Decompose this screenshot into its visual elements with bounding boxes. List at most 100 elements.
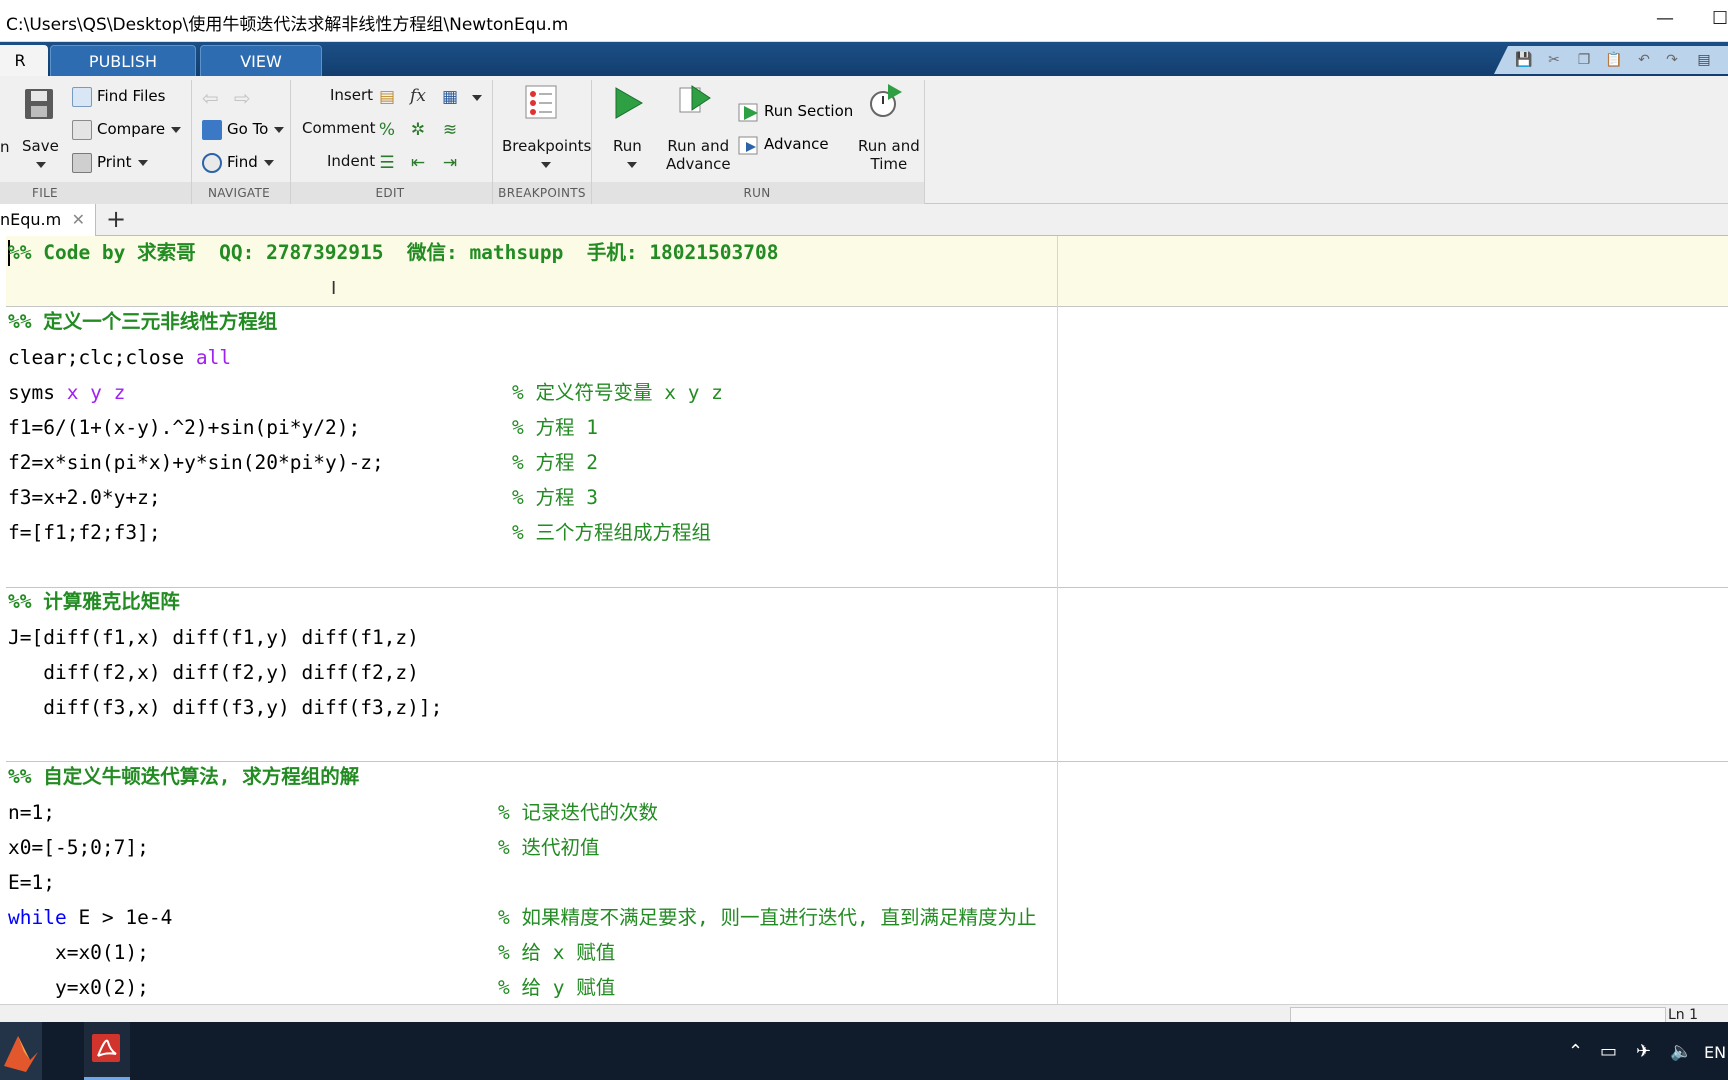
- code-editor[interactable]: I %% Code by 求索哥 QQ: 2787392915 微信: math…: [0, 236, 1728, 1004]
- redo-icon[interactable]: ↷: [1662, 51, 1682, 69]
- save-label: Save: [22, 137, 59, 155]
- code-line[interactable]: diff(f2,x) diff(f2,y) diff(f2,z): [8, 659, 419, 687]
- comment-percent-icon[interactable]: %: [376, 119, 398, 141]
- compare-button[interactable]: Compare: [72, 116, 182, 142]
- code-token: clear;clc;close: [8, 346, 196, 369]
- cut-icon[interactable]: ✂: [1544, 51, 1564, 69]
- run-section-button[interactable]: Run Section: [738, 98, 853, 124]
- code-line-header[interactable]: %% Code by 求索哥 QQ: 2787392915 微信: mathsu…: [8, 239, 778, 267]
- print-button[interactable]: Print: [72, 149, 148, 175]
- language-indicator[interactable]: EN: [1704, 1043, 1726, 1062]
- section-title-1[interactable]: %% 定义一个三元非线性方程组: [8, 308, 277, 336]
- chevron-down-icon[interactable]: [472, 95, 482, 101]
- chevron-down-icon[interactable]: [541, 162, 551, 168]
- section-title-2[interactable]: %% 计算雅克比矩阵: [8, 588, 180, 616]
- editor-file-tabs: nEqu.m ✕ +: [0, 204, 1728, 236]
- layout-icon[interactable]: ▤: [1694, 51, 1714, 69]
- group-label-run: RUN: [743, 186, 771, 200]
- code-comment[interactable]: % 三个方程组成方程组: [512, 519, 711, 547]
- run-icon[interactable]: [612, 86, 644, 120]
- decrease-indent-icon[interactable]: ⇤: [407, 152, 429, 174]
- run-and-advance-button[interactable]: Run and Advance: [666, 137, 731, 173]
- wrap-comment-icon[interactable]: ≋: [439, 119, 461, 141]
- run-and-time-button[interactable]: Run and Time: [858, 137, 920, 173]
- code-line[interactable]: clear;clc;close all: [8, 344, 231, 372]
- run-and-advance-icon[interactable]: [678, 82, 712, 118]
- code-line[interactable]: J=[diff(f1,x) diff(f1,y) diff(f1,z): [8, 624, 419, 652]
- taskbar-pdf-reader[interactable]: [84, 1022, 130, 1080]
- paste-icon[interactable]: 📋: [1604, 51, 1624, 69]
- open-button-fragment[interactable]: n: [0, 138, 10, 156]
- volume-icon[interactable]: 🔈: [1670, 1041, 1692, 1062]
- taskbar: ⌃ ▭ ✈ 🔈 EN: [0, 1022, 1728, 1080]
- run-and-time-icon[interactable]: [868, 82, 904, 120]
- maximize-button[interactable]: ☐: [1712, 8, 1728, 29]
- tab-view[interactable]: VIEW: [200, 45, 322, 76]
- code-line[interactable]: f3=x+2.0*y+z;: [8, 484, 161, 512]
- minimize-button[interactable]: —: [1656, 8, 1674, 29]
- increase-indent-icon[interactable]: ⇥: [439, 152, 461, 174]
- code-line[interactable]: y=x0(2);: [8, 974, 149, 1002]
- forward-arrow-icon[interactable]: ⇨: [234, 86, 251, 110]
- find-files-button[interactable]: Find Files: [72, 83, 165, 109]
- tab-publish[interactable]: PUBLISH: [50, 45, 196, 76]
- file-tab-newtonequ[interactable]: nEqu.m ✕: [0, 204, 96, 236]
- code-line[interactable]: f1=6/(1+(x-y).^2)+sin(pi*y/2);: [8, 414, 360, 442]
- code-comment[interactable]: % 迭代初值: [498, 834, 599, 862]
- code-comment[interactable]: % 记录迭代的次数: [498, 799, 658, 827]
- breakpoints-button[interactable]: Breakpoints: [502, 137, 591, 155]
- code-comment[interactable]: % 方程 2: [512, 449, 598, 477]
- find-button[interactable]: Find: [202, 149, 274, 175]
- copy-icon[interactable]: ❐: [1574, 51, 1594, 69]
- code-line[interactable]: f2=x*sin(pi*x)+y*sin(20*pi*y)-z;: [8, 449, 384, 477]
- undo-icon[interactable]: ↶: [1634, 51, 1654, 69]
- uncomment-icon[interactable]: ✲: [407, 119, 429, 141]
- ribbon-separator: [924, 80, 925, 204]
- insert-table-icon[interactable]: ▦: [439, 86, 461, 108]
- code-line[interactable]: syms x y z: [8, 379, 125, 407]
- indent-label[interactable]: Indent: [327, 152, 375, 170]
- battery-icon[interactable]: ▭: [1600, 1041, 1617, 1062]
- code-comment[interactable]: % 如果精度不满足要求, 则一直进行迭代, 直到满足精度为止: [498, 904, 1036, 932]
- show-hidden-icons-icon[interactable]: ⌃: [1568, 1041, 1583, 1062]
- airplane-mode-icon[interactable]: ✈: [1636, 1041, 1651, 1062]
- code-line[interactable]: E=1;: [8, 869, 55, 897]
- comment-label[interactable]: Comment: [302, 119, 376, 137]
- add-tab-icon[interactable]: +: [104, 204, 128, 236]
- chevron-down-icon: [137, 159, 148, 166]
- code-comment[interactable]: % 定义符号变量 x y z: [512, 379, 723, 407]
- ibeam-cursor-icon: I: [331, 278, 337, 299]
- insert-section-icon[interactable]: ▤: [376, 86, 398, 108]
- advance-button[interactable]: Advance: [738, 131, 829, 157]
- magnifier-icon: [202, 152, 222, 173]
- section-title-3[interactable]: %% 自定义牛顿迭代算法, 求方程组的解: [8, 763, 359, 791]
- insert-function-icon[interactable]: fx: [407, 85, 429, 107]
- code-line[interactable]: diff(f3,x) diff(f3,y) diff(f3,z)];: [8, 694, 442, 722]
- code-line[interactable]: while E > 1e-4: [8, 904, 172, 932]
- chevron-down-icon[interactable]: [36, 162, 46, 168]
- save-icon[interactable]: 💾: [1514, 51, 1534, 69]
- find-label: Find: [227, 153, 258, 171]
- advance-label: Advance: [764, 135, 829, 153]
- close-icon[interactable]: ✕: [72, 204, 85, 236]
- smart-indent-icon[interactable]: ☰: [376, 152, 398, 174]
- back-arrow-icon[interactable]: ⇦: [202, 86, 219, 110]
- code-comment[interactable]: % 给 x 赋值: [498, 939, 615, 967]
- pdf-icon: [92, 1034, 120, 1062]
- run-button[interactable]: Run: [613, 137, 642, 155]
- save-button[interactable]: [22, 86, 56, 124]
- code-line[interactable]: x=x0(1);: [8, 939, 149, 967]
- tab-editor[interactable]: R: [0, 45, 48, 76]
- insert-label[interactable]: Insert: [330, 86, 373, 104]
- code-line[interactable]: f=[f1;f2;f3];: [8, 519, 161, 547]
- code-line[interactable]: x0=[-5;0;7];: [8, 834, 149, 862]
- code-comment[interactable]: % 方程 1: [512, 414, 598, 442]
- code-comment[interactable]: % 方程 3: [512, 484, 598, 512]
- cell-divider: [6, 761, 1728, 762]
- code-line[interactable]: n=1;: [8, 799, 55, 827]
- taskbar-matlab[interactable]: [0, 1022, 42, 1080]
- breakpoints-icon[interactable]: [523, 84, 559, 120]
- chevron-down-icon[interactable]: [627, 162, 637, 168]
- go-to-button[interactable]: Go To: [202, 116, 285, 142]
- code-comment[interactable]: % 给 y 赋值: [498, 974, 615, 1002]
